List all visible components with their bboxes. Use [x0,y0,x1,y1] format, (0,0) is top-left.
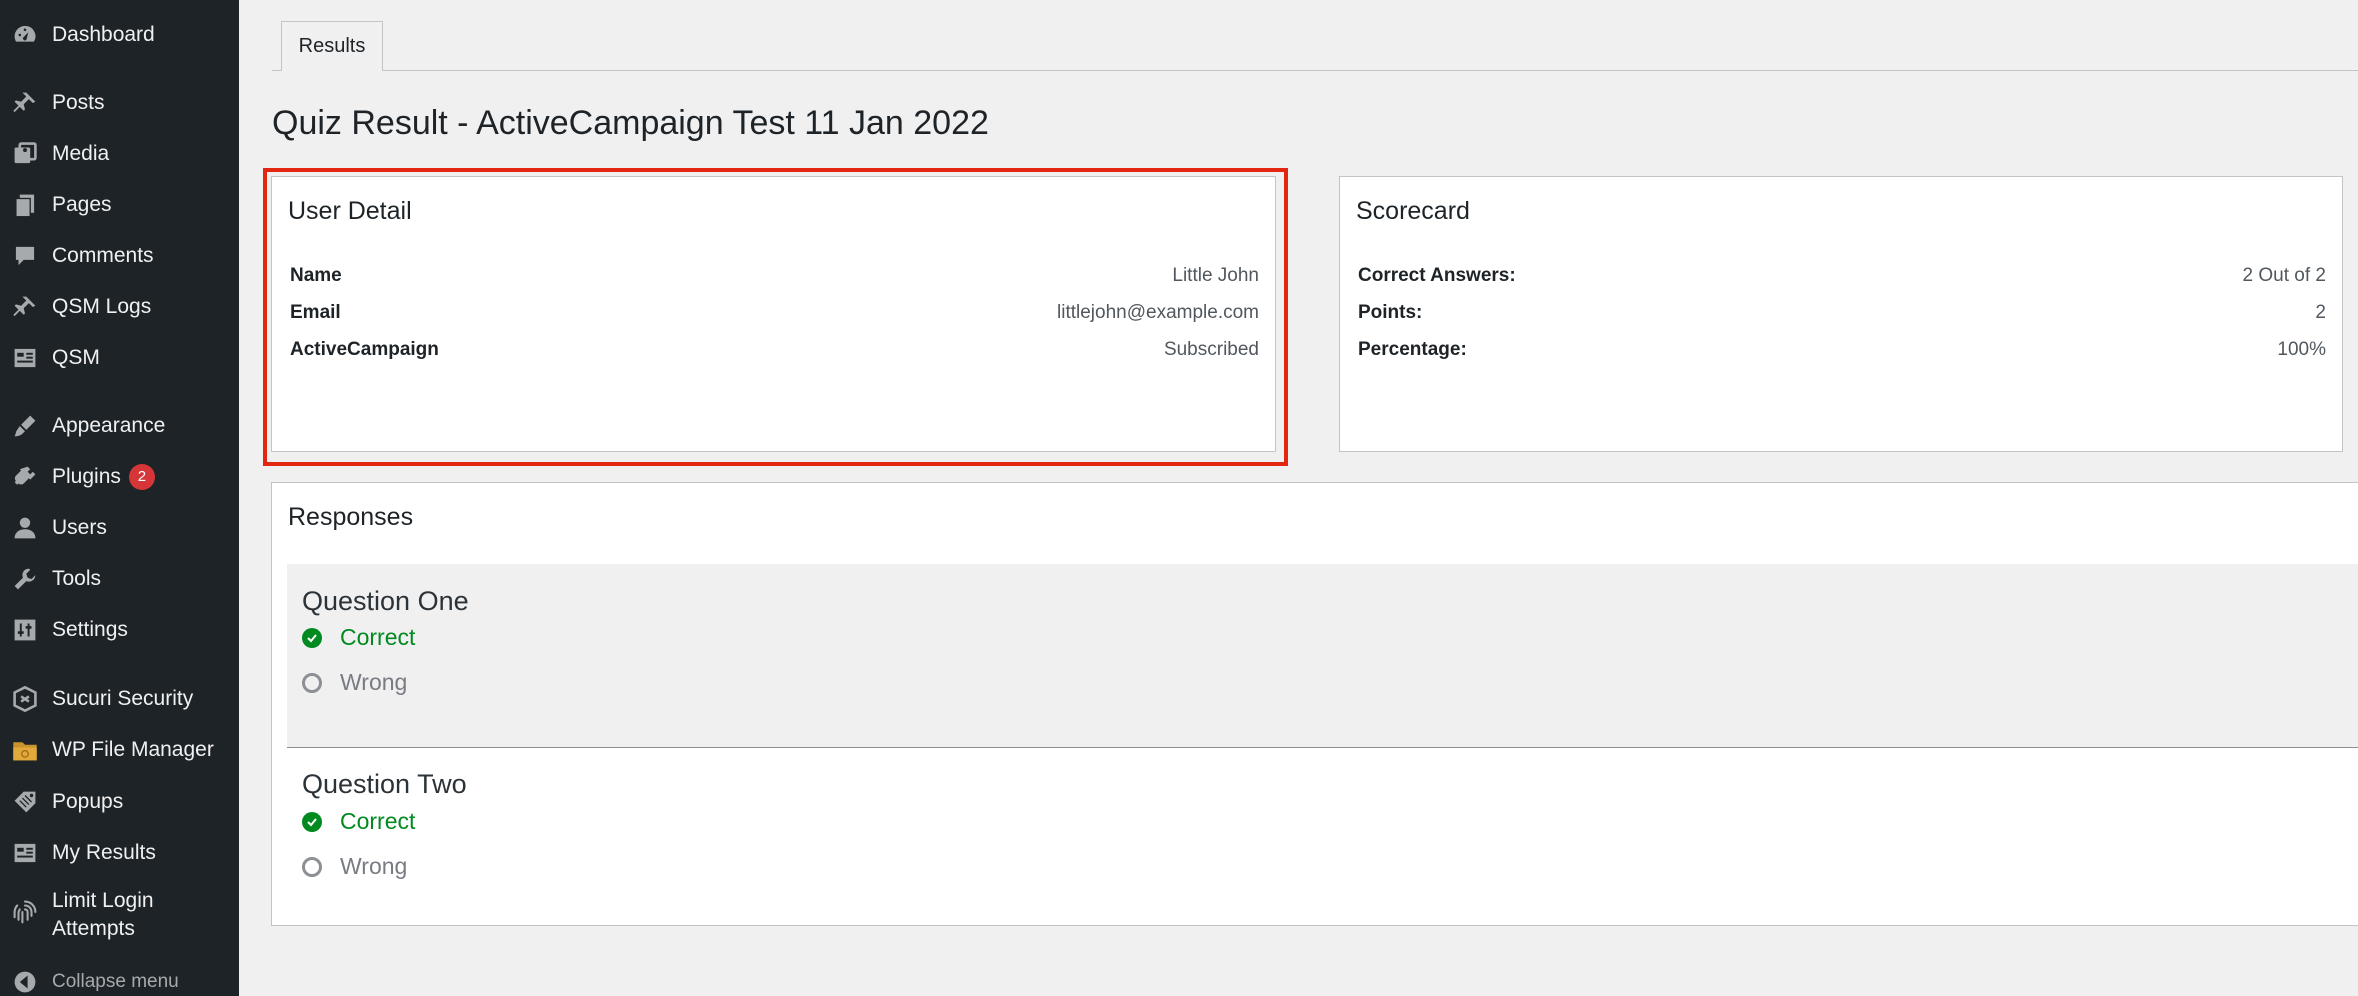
answer-option: Correct [302,808,415,835]
question-block: Question Two Correct Wrong [287,749,2358,919]
update-count-badge: 2 [128,464,155,490]
question-block: Question One Correct Wrong [287,564,2358,748]
sidebar-item-label: Media [52,142,110,165]
sidebar-item-label: QSM Logs [52,295,152,318]
tab-results[interactable]: Results [281,21,383,71]
detail-key: ActiveCampaign [290,339,439,360]
sidebar-item-my-results[interactable]: My Results [0,831,239,875]
answer-option: Correct [302,624,415,651]
detail-row-email: Email littlejohn@example.com [290,298,1259,328]
score-key: Correct Answers: [1358,265,1516,286]
score-row-correct-answers: Correct Answers: 2 Out of 2 [1358,261,2326,291]
sidebar-item-comments[interactable]: Comments [0,234,239,278]
empty-circle-icon [302,672,322,693]
card-title: Responses [288,503,414,531]
sidebar-item-plugins[interactable]: Plugins 2 [0,455,239,499]
tag-icon [12,789,38,815]
sidebar-item-label: Appearance [52,414,166,437]
sidebar-item-dashboard[interactable]: Dashboard [0,13,239,57]
score-row-points: Points: 2 [1358,298,2326,328]
sidebar-item-label: Settings [52,618,128,641]
answer-label: Wrong [340,853,408,879]
detail-row-name: Name Little John [290,261,1259,291]
answer-label: Correct [340,624,416,650]
sidebar-item-label: WP File Manager [52,738,214,761]
sidebar-item-users[interactable]: Users [0,506,239,550]
answer-option: Wrong [302,669,407,696]
sidebar-item-sucuri-security[interactable]: Sucuri Security [0,677,239,721]
sidebar-item-label: Comments [52,244,154,267]
comment-icon [12,243,38,269]
user-detail-card: User Detail Name Little John Email littl… [271,176,1276,452]
table-icon [12,345,38,371]
sidebar-item-settings[interactable]: Settings [0,608,239,652]
answer-label: Wrong [340,669,408,695]
check-circle-icon [302,811,322,832]
pin-icon [12,90,38,116]
card-title: User Detail [288,197,412,225]
table-icon [12,840,38,866]
pages-icon [12,192,38,218]
sidebar-item-qsm[interactable]: QSM [0,336,239,380]
responses-card: Responses Question One Correct Wrong Que… [271,482,2358,926]
sidebar-item-label: Plugins [52,465,121,488]
sidebar-item-label: Dashboard [52,23,155,46]
score-key: Percentage: [1358,339,1467,360]
user-icon [12,515,38,541]
brush-icon [12,413,38,439]
card-title: Scorecard [1356,197,1470,225]
dashboard-icon [12,22,38,48]
pin-icon [12,294,38,320]
answer-label: Correct [340,808,416,834]
empty-circle-icon [302,856,322,877]
sidebar-item-label: Popups [52,790,124,813]
detail-value: Subscribed [1163,339,1259,360]
detail-row-activecampaign: ActiveCampaign Subscribed [290,335,1259,365]
plug-icon [12,464,38,490]
tab-divider [272,70,2358,71]
sidebar-item-qsm-logs[interactable]: QSM Logs [0,285,239,329]
sidebar-item-label: Posts [52,91,105,114]
question-title: Question Two [302,769,467,799]
sidebar-item-limit-login-attempts[interactable]: Limit Login Attempts [0,883,239,947]
sidebar-item-appearance[interactable]: Appearance [0,404,239,448]
scorecard-card: Scorecard Correct Answers: 2 Out of 2 Po… [1339,176,2343,452]
fingerprint-icon [12,899,38,925]
admin-sidebar: Dashboard Posts Media Pages Comments QSM… [0,0,239,996]
wrench-icon [12,566,38,592]
sidebar-item-posts[interactable]: Posts [0,81,239,125]
sliders-icon [12,617,38,643]
sidebar-item-label: QSM [52,346,100,369]
detail-value: littlejohn@example.com [1057,302,1259,323]
sidebar-item-pages[interactable]: Pages [0,183,239,227]
sidebar-item-popups[interactable]: Popups [0,780,239,824]
sidebar-item-media[interactable]: Media [0,132,239,176]
question-title: Question One [302,586,469,616]
sidebar-item-label: Users [52,516,107,539]
shield-icon [12,686,38,712]
sidebar-item-label: Sucuri Security [52,687,194,710]
score-value: 2 [2315,302,2326,323]
score-key: Points: [1358,302,1423,323]
score-row-percentage: Percentage: 100% [1358,335,2326,365]
sidebar-item-label: Pages [52,193,112,216]
score-value: 2 Out of 2 [2242,265,2326,286]
page-title: Quiz Result - ActiveCampaign Test 11 Jan… [272,104,989,142]
sidebar-item-label: Limit Login Attempts [52,889,154,940]
detail-key: Name [290,265,342,286]
score-value: 100% [2277,339,2326,360]
media-icon [12,141,38,167]
detail-value: Little John [1172,265,1259,286]
answer-option: Wrong [302,853,407,880]
collapse-arrow-icon [12,969,38,995]
sidebar-item-wp-file-manager[interactable]: WP File Manager [0,728,239,772]
collapse-menu-button[interactable]: Collapse menu [0,962,239,996]
sidebar-item-tools[interactable]: Tools [0,557,239,601]
detail-key: Email [290,302,341,323]
collapse-menu-label: Collapse menu [52,971,179,992]
sidebar-item-label: Tools [52,567,102,590]
sidebar-item-label: My Results [52,841,156,864]
folder-icon [12,737,38,763]
check-circle-icon [302,627,322,648]
